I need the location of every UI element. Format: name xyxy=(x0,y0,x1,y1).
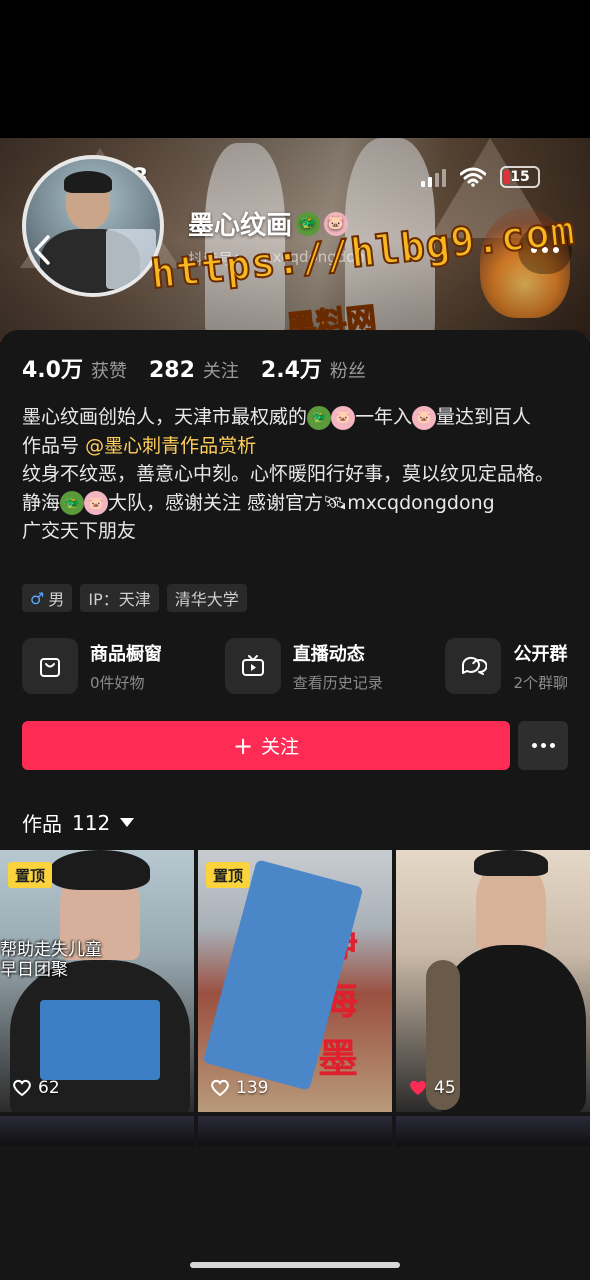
bio-line: 纹身不纹恶，善意心中刻。心怀暖阳行好事，莫以纹见定品格。 xyxy=(22,463,555,485)
video-thumbnail[interactable]: 静海墨 置顶 139 xyxy=(198,850,392,1112)
profile-name: 墨心纹画 xyxy=(188,211,293,241)
bio-line: 作品号 @墨心刺青作品赏析 xyxy=(22,434,257,457)
video-grid: 置顶 帮助走失儿童早日团聚 62 静海墨 置顶 139 xyxy=(0,850,590,1112)
plus-icon: + xyxy=(232,731,254,760)
ip-tag: IP：天津 xyxy=(80,584,159,612)
dragon-emoji-icon: 🐲 xyxy=(307,405,332,430)
video-thumbnail[interactable]: 45 xyxy=(396,850,590,1112)
stat-followers[interactable]: 2.4万 粉丝 xyxy=(261,352,366,384)
feature-row: 商品橱窗 0件好物 直播动态 查看历史记录 公开群 2个群聊 xyxy=(22,638,568,694)
battery-level: 15 xyxy=(510,169,530,185)
works-account-link[interactable]: @墨心刺青作品赏析 xyxy=(85,435,256,457)
shopping-bag-icon xyxy=(22,638,78,694)
pinned-badge: 置顶 xyxy=(206,862,251,888)
bio-line: 广交天下朋友 xyxy=(22,520,137,542)
dragon-emoji-icon: 🐲 xyxy=(296,211,321,236)
profile-tags: ♂ 男 IP：天津 清华大学 xyxy=(22,584,247,612)
profile-bio: 墨心纹画创始人，天津市最权威的 🐲 🐷 一年入 🐷 量达到百人 作品号 @墨心刺青作品赏析… xyxy=(22,403,572,546)
feature-shop-window[interactable]: 商品橱窗 0件好物 xyxy=(22,638,162,694)
pinned-badge: 置顶 xyxy=(8,862,53,888)
tv-icon xyxy=(224,638,281,694)
home-indicator[interactable] xyxy=(190,1262,400,1268)
gender-tag: ♂ 男 xyxy=(22,584,73,612)
dragon-emoji-icon: 🐲 xyxy=(60,491,85,515)
back-button[interactable] xyxy=(22,228,62,272)
satellite-emoji-icon: 🛰 xyxy=(323,491,348,514)
status-icons: 15 xyxy=(421,166,540,188)
profile-screen: 08:03 15 墨心纹画 🐲 🐷 抖音号： mxcqdon xyxy=(0,0,590,1280)
video-thumbnail[interactable] xyxy=(0,1116,194,1146)
flyer-prop xyxy=(40,1000,160,1080)
heart-outline-icon xyxy=(211,1079,229,1097)
video-likes: 62 xyxy=(12,1078,60,1098)
stats-row: 4.0万 获赞 282 关注 2.4万 粉丝 xyxy=(22,352,366,384)
video-grid-next-row xyxy=(0,1116,590,1146)
pig-emoji-icon: 🐷 xyxy=(331,405,356,430)
heart-outline-icon xyxy=(13,1079,31,1097)
pig-emoji-icon: 🐷 xyxy=(412,405,437,430)
stat-likes[interactable]: 4.0万 获赞 xyxy=(22,352,127,384)
video-likes: 139 xyxy=(210,1078,268,1098)
battery-icon: 15 xyxy=(500,166,540,188)
video-caption: 帮助走失儿童 早日团聚 xyxy=(0,940,102,980)
video-thumbnail[interactable] xyxy=(198,1116,392,1146)
avatar[interactable] xyxy=(22,155,164,297)
signal-icon xyxy=(421,167,446,187)
stat-following[interactable]: 282 关注 xyxy=(149,357,239,383)
bio-line: 墨心纹画创始人，天津市最权威的 🐲 🐷 一年入 🐷 量达到百人 xyxy=(22,405,532,430)
follow-more-button[interactable] xyxy=(518,721,568,770)
school-tag[interactable]: 清华大学 xyxy=(166,584,247,612)
male-icon: ♂ xyxy=(30,588,45,608)
follow-button[interactable]: + 关注 xyxy=(22,721,510,770)
feature-public-group[interactable]: 公开群 2个群聊 xyxy=(445,638,568,694)
works-tab[interactable]: 作品 112 xyxy=(22,808,135,837)
video-thumbnail[interactable] xyxy=(396,1116,590,1146)
heart-filled-icon xyxy=(410,1080,426,1095)
caret-down-icon xyxy=(120,818,135,827)
wifi-icon xyxy=(460,167,486,187)
pig-emoji-icon: 🐷 xyxy=(84,491,109,515)
chevron-left-icon xyxy=(34,235,50,265)
video-likes: 45 xyxy=(408,1078,456,1098)
feature-live-history[interactable]: 直播动态 查看历史记录 xyxy=(224,638,383,694)
bio-line: 静海 🐲 🐷 大队，感谢关注 感谢官方🛰mxcqdongdong xyxy=(22,491,495,515)
chat-bubbles-icon xyxy=(445,638,502,694)
video-thumbnail[interactable]: 置顶 帮助走失儿童 早日团聚 62 xyxy=(0,850,194,1112)
